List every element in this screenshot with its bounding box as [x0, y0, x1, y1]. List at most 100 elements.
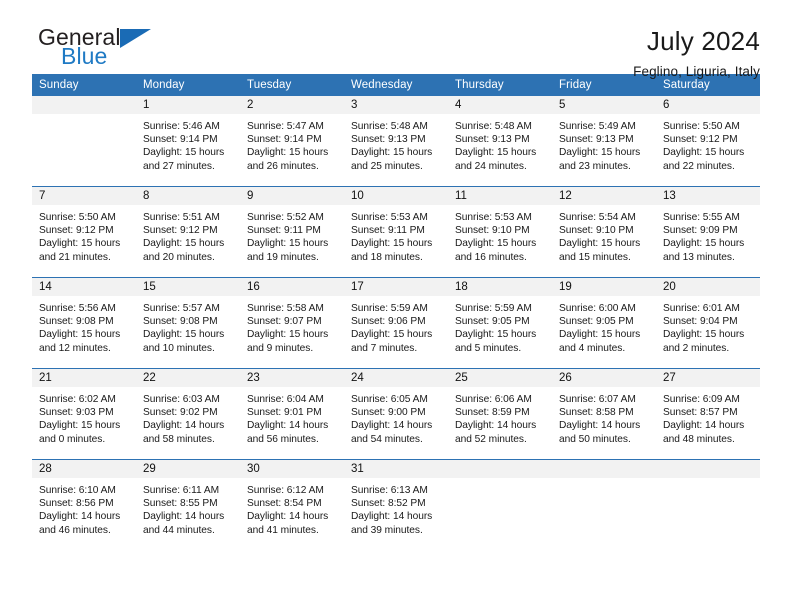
day-details: Sunrise: 6:03 AM Sunset: 9:02 PM Daylight:… [136, 387, 240, 446]
day-cell[interactable]: 8 Sunrise: 5:51 AM Sunset: 9:12 PM Daylight… [136, 187, 240, 277]
day-details: Sunrise: 5:51 AM Sunset: 9:12 PM Daylight:… [136, 205, 240, 264]
day-number: 7 [32, 187, 136, 205]
day-cell[interactable]: 10 Sunrise: 5:53 AM Sunset: 9:11 PM Dayligh… [344, 187, 448, 277]
day-number: 4 [448, 96, 552, 114]
sunset-text: Sunset: 9:04 PM [663, 316, 738, 328]
sunset-text: Sunset: 9:05 PM [455, 316, 530, 328]
day-number [552, 460, 656, 478]
day-number: 27 [656, 369, 760, 387]
day-cell[interactable]: 28 Sunrise: 6:10 AM Sunset: 8:56 PM Dayligh… [32, 460, 136, 550]
day-details: Sunrise: 5:53 AM Sunset: 9:11 PM Daylight:… [344, 205, 448, 264]
day-details: Sunrise: 5:48 AM Sunset: 9:13 PM Daylight:… [344, 114, 448, 173]
day-details: Sunrise: 5:46 AM Sunset: 9:14 PM Daylight:… [136, 114, 240, 173]
day-details: Sunrise: 5:59 AM Sunset: 9:05 PM Daylight:… [448, 296, 552, 355]
day-cell[interactable]: 1 Sunrise: 5:46 AM Sunset: 9:14 PM Daylight… [136, 96, 240, 186]
day-cell[interactable]: 4 Sunrise: 5:48 AM Sunset: 9:13 PM Daylight… [448, 96, 552, 186]
sunset-text: Sunset: 9:02 PM [143, 407, 218, 419]
day-cell[interactable]: 13 Sunrise: 5:55 AM Sunset: 9:09 PM Dayligh… [656, 187, 760, 277]
day-cell[interactable]: 9 Sunrise: 5:52 AM Sunset: 9:11 PM Daylight… [240, 187, 344, 277]
day-details: Sunrise: 6:04 AM Sunset: 9:01 PM Daylight:… [240, 387, 344, 446]
calendar-cell: 24 Sunrise: 6:05 AM Sunset: 9:00 PM Dayligh… [344, 368, 448, 460]
day-number [32, 96, 136, 114]
day-number: 2 [240, 96, 344, 114]
calendar-cell: 2 Sunrise: 5:47 AM Sunset: 9:14 PM Daylight… [240, 96, 344, 187]
sunrise-text: Sunrise: 5:49 AM [559, 121, 636, 132]
day-cell[interactable]: 29 Sunrise: 6:11 AM Sunset: 8:55 PM Dayligh… [136, 460, 240, 550]
daylight-text: Daylight: 15 hours and 22 minutes. [663, 147, 745, 172]
calendar-cell: 8 Sunrise: 5:51 AM Sunset: 9:12 PM Daylight… [136, 186, 240, 278]
day-cell[interactable]: 15 Sunrise: 5:57 AM Sunset: 9:08 PM Dayligh… [136, 278, 240, 368]
calendar-cell: 13 Sunrise: 5:55 AM Sunset: 9:09 PM Dayligh… [656, 186, 760, 278]
sunset-text: Sunset: 9:12 PM [39, 225, 114, 237]
day-number: 29 [136, 460, 240, 478]
daylight-text: Daylight: 15 hours and 7 minutes. [351, 329, 433, 354]
day-cell[interactable]: 11 Sunrise: 5:53 AM Sunset: 9:10 PM Dayligh… [448, 187, 552, 277]
day-details: Sunrise: 5:54 AM Sunset: 9:10 PM Daylight:… [552, 205, 656, 264]
sunset-text: Sunset: 9:06 PM [351, 316, 426, 328]
day-cell[interactable]: 24 Sunrise: 6:05 AM Sunset: 9:00 PM Dayligh… [344, 369, 448, 459]
day-cell[interactable]: 6 Sunrise: 5:50 AM Sunset: 9:12 PM Daylight… [656, 96, 760, 186]
day-cell[interactable]: 16 Sunrise: 5:58 AM Sunset: 9:07 PM Dayligh… [240, 278, 344, 368]
weekday-header-wednesday: Wednesday [344, 74, 448, 96]
sunset-text: Sunset: 8:56 PM [39, 498, 114, 510]
day-details: Sunrise: 5:48 AM Sunset: 9:13 PM Daylight:… [448, 114, 552, 173]
day-cell[interactable]: 2 Sunrise: 5:47 AM Sunset: 9:14 PM Daylight… [240, 96, 344, 186]
sunset-text: Sunset: 9:13 PM [351, 134, 426, 146]
calendar-cell: 21 Sunrise: 6:02 AM Sunset: 9:03 PM Dayligh… [32, 368, 136, 460]
calendar-page: General Blue July 2024 Feglino, Liguria,… [0, 0, 792, 612]
sunrise-text: Sunrise: 5:53 AM [351, 212, 428, 223]
day-cell[interactable]: 19 Sunrise: 6:00 AM Sunset: 9:05 PM Dayligh… [552, 278, 656, 368]
day-cell[interactable]: 14 Sunrise: 5:56 AM Sunset: 9:08 PM Dayligh… [32, 278, 136, 368]
day-number: 17 [344, 278, 448, 296]
day-cell[interactable]: 31 Sunrise: 6:13 AM Sunset: 8:52 PM Dayligh… [344, 460, 448, 550]
day-cell[interactable]: 7 Sunrise: 5:50 AM Sunset: 9:12 PM Daylight… [32, 187, 136, 277]
day-cell[interactable]: 18 Sunrise: 5:59 AM Sunset: 9:05 PM Dayligh… [448, 278, 552, 368]
daylight-text: Daylight: 15 hours and 21 minutes. [39, 238, 121, 263]
sunrise-text: Sunrise: 6:00 AM [559, 303, 636, 314]
daylight-text: Daylight: 15 hours and 26 minutes. [247, 147, 329, 172]
calendar-cell: 11 Sunrise: 5:53 AM Sunset: 9:10 PM Dayligh… [448, 186, 552, 278]
day-number: 3 [344, 96, 448, 114]
day-details: Sunrise: 5:57 AM Sunset: 9:08 PM Daylight:… [136, 296, 240, 355]
page-title: July 2024 [646, 26, 760, 56]
sunset-text: Sunset: 8:59 PM [455, 407, 530, 419]
day-cell[interactable]: 17 Sunrise: 5:59 AM Sunset: 9:06 PM Dayligh… [344, 278, 448, 368]
day-cell[interactable]: 25 Sunrise: 6:06 AM Sunset: 8:59 PM Dayligh… [448, 369, 552, 459]
calendar-cell: 4 Sunrise: 5:48 AM Sunset: 9:13 PM Daylight… [448, 96, 552, 187]
day-cell[interactable]: 21 Sunrise: 6:02 AM Sunset: 9:03 PM Dayligh… [32, 369, 136, 459]
day-details: Sunrise: 6:06 AM Sunset: 8:59 PM Daylight:… [448, 387, 552, 446]
calendar-cell: 29 Sunrise: 6:11 AM Sunset: 8:55 PM Dayligh… [136, 459, 240, 550]
day-cell[interactable]: 27 Sunrise: 6:09 AM Sunset: 8:57 PM Dayligh… [656, 369, 760, 459]
day-details: Sunrise: 5:53 AM Sunset: 9:10 PM Daylight:… [448, 205, 552, 264]
day-details: Sunrise: 5:55 AM Sunset: 9:09 PM Daylight:… [656, 205, 760, 264]
sunset-text: Sunset: 9:00 PM [351, 407, 426, 419]
day-cell[interactable]: 5 Sunrise: 5:49 AM Sunset: 9:13 PM Daylight… [552, 96, 656, 186]
sunrise-text: Sunrise: 6:13 AM [351, 485, 428, 496]
day-cell[interactable]: 26 Sunrise: 6:07 AM Sunset: 8:58 PM Dayligh… [552, 369, 656, 459]
sunset-text: Sunset: 9:12 PM [143, 225, 218, 237]
day-number: 13 [656, 187, 760, 205]
day-number: 12 [552, 187, 656, 205]
day-cell[interactable]: 3 Sunrise: 5:48 AM Sunset: 9:13 PM Daylight… [344, 96, 448, 186]
day-number: 31 [344, 460, 448, 478]
calendar-cell: 17 Sunrise: 5:59 AM Sunset: 9:06 PM Dayligh… [344, 277, 448, 369]
day-cell[interactable]: 20 Sunrise: 6:01 AM Sunset: 9:04 PM Dayligh… [656, 278, 760, 368]
sunrise-text: Sunrise: 5:50 AM [663, 121, 740, 132]
day-cell[interactable]: 22 Sunrise: 6:03 AM Sunset: 9:02 PM Dayligh… [136, 369, 240, 459]
calendar-cell [32, 96, 136, 187]
day-details: Sunrise: 6:13 AM Sunset: 8:52 PM Daylight:… [344, 478, 448, 537]
daylight-text: Daylight: 14 hours and 56 minutes. [247, 420, 329, 445]
day-cell[interactable]: 30 Sunrise: 6:12 AM Sunset: 8:54 PM Dayligh… [240, 460, 344, 550]
sunrise-text: Sunrise: 5:57 AM [143, 303, 220, 314]
day-cell[interactable]: 23 Sunrise: 6:04 AM Sunset: 9:01 PM Dayligh… [240, 369, 344, 459]
day-details: Sunrise: 5:56 AM Sunset: 9:08 PM Daylight:… [32, 296, 136, 355]
sunset-text: Sunset: 9:07 PM [247, 316, 322, 328]
calendar-cell: 23 Sunrise: 6:04 AM Sunset: 9:01 PM Dayligh… [240, 368, 344, 460]
day-cell[interactable]: 12 Sunrise: 5:54 AM Sunset: 9:10 PM Dayligh… [552, 187, 656, 277]
day-details: Sunrise: 5:58 AM Sunset: 9:07 PM Daylight:… [240, 296, 344, 355]
calendar-cell: 18 Sunrise: 5:59 AM Sunset: 9:05 PM Dayligh… [448, 277, 552, 369]
sunset-text: Sunset: 9:08 PM [143, 316, 218, 328]
sunrise-text: Sunrise: 5:48 AM [351, 121, 428, 132]
day-number: 24 [344, 369, 448, 387]
daylight-text: Daylight: 15 hours and 19 minutes. [247, 238, 329, 263]
